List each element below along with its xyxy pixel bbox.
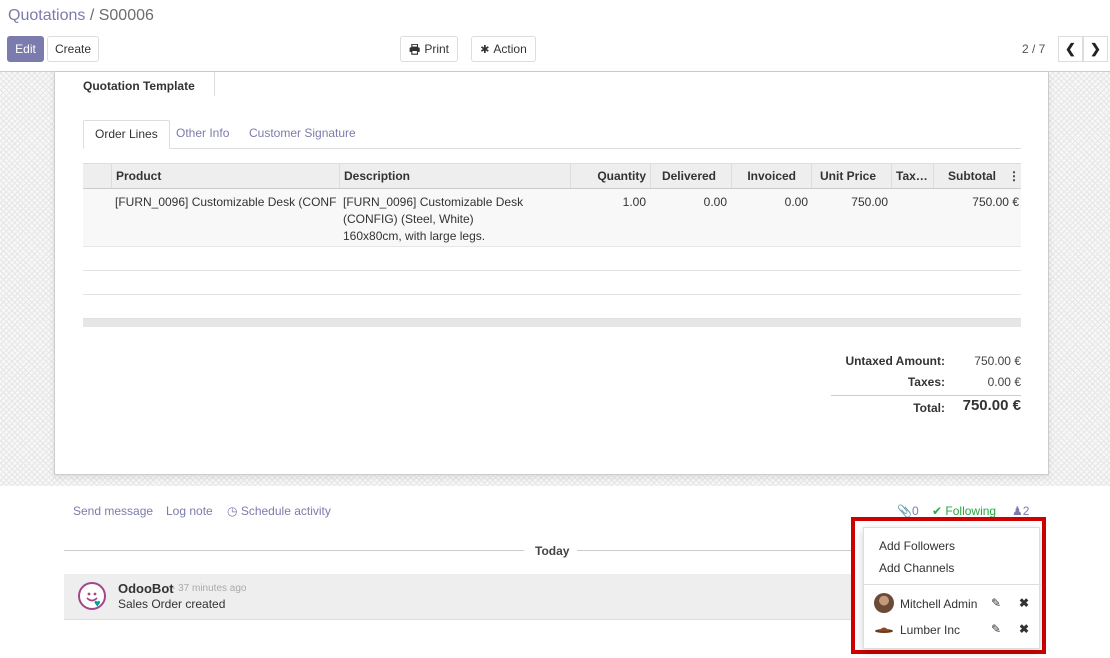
send-message-button[interactable]: Send message (73, 504, 153, 518)
close-icon[interactable]: ✖ (1019, 622, 1029, 636)
check-icon: ✔ (932, 504, 943, 518)
dropdown-divider (864, 584, 1041, 585)
message-author[interactable]: OdooBot (118, 581, 174, 596)
following-label: Following (945, 504, 997, 518)
form-sheet: Quotation Template Order Lines Other Inf… (54, 72, 1049, 475)
tab-customer-signature[interactable]: Customer Signature (238, 120, 367, 149)
edit-button-label: Edit (15, 42, 36, 56)
optional-columns-icon[interactable]: ⋮ (1008, 169, 1020, 183)
description-line-2: (CONFIG) (Steel, White) (343, 212, 474, 226)
pencil-icon[interactable]: ✎ (991, 622, 1001, 636)
follower-avatar (874, 593, 894, 613)
paperclip-icon: 📎 (897, 504, 912, 518)
empty-row (83, 295, 1021, 319)
message-body: Sales Order created (118, 597, 226, 611)
schedule-activity-button[interactable]: ◷ Schedule activity (227, 504, 331, 518)
follower-name: Mitchell Admin (900, 597, 978, 611)
total-label: Total: (913, 401, 945, 415)
chevron-left-icon: ❮ (1065, 41, 1076, 56)
cell-delivered: 0.00 (703, 195, 727, 209)
followers-button[interactable]: ♟2 (1012, 504, 1029, 518)
followers-dropdown: Add Followers Add Channels Mitchell Admi… (863, 527, 1041, 649)
clock-icon: ◷ (227, 504, 238, 518)
edit-button[interactable]: Edit (7, 36, 44, 62)
cell-description: [FURN_0096] Customizable Desk (CONFIG) (… (343, 194, 568, 245)
column-unit-price[interactable]: Unit Price (811, 164, 891, 188)
column-quantity[interactable]: Quantity (570, 164, 650, 188)
total-value: 750.00 € (962, 397, 1021, 414)
notebook-tabs: Order Lines Other Info Customer Signatur… (83, 120, 1021, 149)
column-product[interactable]: Product (111, 164, 339, 188)
description-line-3: 160x80cm, with large legs. (343, 229, 486, 243)
action-button[interactable]: ✱ Action (471, 36, 536, 62)
print-button[interactable]: Print (400, 36, 458, 62)
message: ♥ OdooBot - 37 minutes ago Sales Order c… (64, 574, 854, 620)
description-line-1: [FURN_0096] Customizable Desk (343, 195, 524, 209)
follower-name: Lumber Inc (900, 623, 961, 637)
totals-divider (831, 395, 1021, 396)
print-icon (409, 43, 420, 55)
follower-avatar (874, 619, 894, 639)
template-separator (214, 72, 215, 96)
breadcrumb-separator: / (85, 7, 99, 24)
cell-subtotal: 750.00 € (972, 195, 1019, 209)
schedule-activity-label: Schedule activity (240, 504, 331, 518)
column-taxes[interactable]: Tax… (891, 164, 933, 188)
following-button[interactable]: ✔ Following (932, 504, 996, 518)
tab-order-lines[interactable]: Order Lines (83, 120, 170, 149)
close-icon[interactable]: ✖ (1019, 596, 1029, 610)
empty-row (83, 247, 1021, 271)
cell-unit-price: 750.00 (851, 195, 888, 209)
print-button-label: Print (424, 42, 449, 56)
empty-row (83, 271, 1021, 295)
column-invoiced[interactable]: Invoiced (731, 164, 811, 188)
create-button[interactable]: Create (47, 36, 99, 62)
untaxed-amount-label: Untaxed Amount: (845, 354, 945, 368)
attachments-button[interactable]: 📎0 (897, 504, 919, 518)
pager-value: 2 / 7 (1022, 42, 1046, 56)
log-note-button[interactable]: Log note (166, 504, 213, 518)
breadcrumb-current: S00006 (98, 7, 154, 24)
table-header: Product Description Quantity Delivered I… (83, 163, 1021, 189)
attachments-count: 0 (911, 504, 919, 518)
date-separator: Today (535, 544, 570, 558)
followers-count: 2 (1022, 504, 1030, 518)
pager-next-button[interactable]: ❯ (1083, 36, 1108, 62)
taxes-label: Taxes: (907, 375, 945, 389)
taxes-value: 0.00 € (987, 375, 1021, 389)
breadcrumb-quotations-link[interactable]: Quotations (8, 7, 85, 24)
pencil-icon[interactable]: ✎ (991, 596, 1001, 610)
quotation-template-label: Quotation Template (83, 79, 195, 93)
breadcrumb: Quotations / S00006 (8, 7, 154, 25)
chevron-right-icon: ❯ (1090, 41, 1101, 56)
table-footer (83, 319, 1021, 327)
form-view: Quotation Template Order Lines Other Inf… (0, 72, 1110, 486)
pager-previous-button[interactable]: ❮ (1058, 36, 1083, 62)
tab-other-info[interactable]: Other Info (165, 120, 240, 149)
add-channels-item[interactable]: Add Channels (879, 561, 954, 575)
untaxed-amount-value: 750.00 € (974, 354, 1021, 368)
date-divider-right (577, 550, 854, 551)
odoobot-avatar[interactable] (78, 582, 106, 610)
control-panel: Quotations / S00006 Edit Create Print ✱ … (0, 0, 1110, 72)
gear-icon: ✱ (480, 43, 490, 56)
column-delivered[interactable]: Delivered (650, 164, 731, 188)
date-divider-left (64, 550, 524, 551)
add-followers-item[interactable]: Add Followers (879, 539, 955, 553)
cell-quantity: 1.00 (622, 195, 646, 209)
column-description[interactable]: Description (339, 164, 570, 188)
cell-invoiced: 0.00 (784, 195, 808, 209)
create-button-label: Create (54, 42, 92, 56)
cell-product: [FURN_0096] Customizable Desk (CONF… (115, 195, 337, 209)
heart-icon: ♥ (94, 598, 101, 610)
table-row[interactable]: [FURN_0096] Customizable Desk (CONF… [FU… (83, 189, 1021, 247)
action-button-label: Action (493, 42, 527, 56)
message-time: - 37 minutes ago (172, 583, 247, 594)
user-icon: ♟ (1012, 504, 1023, 518)
company-logo (875, 627, 893, 633)
